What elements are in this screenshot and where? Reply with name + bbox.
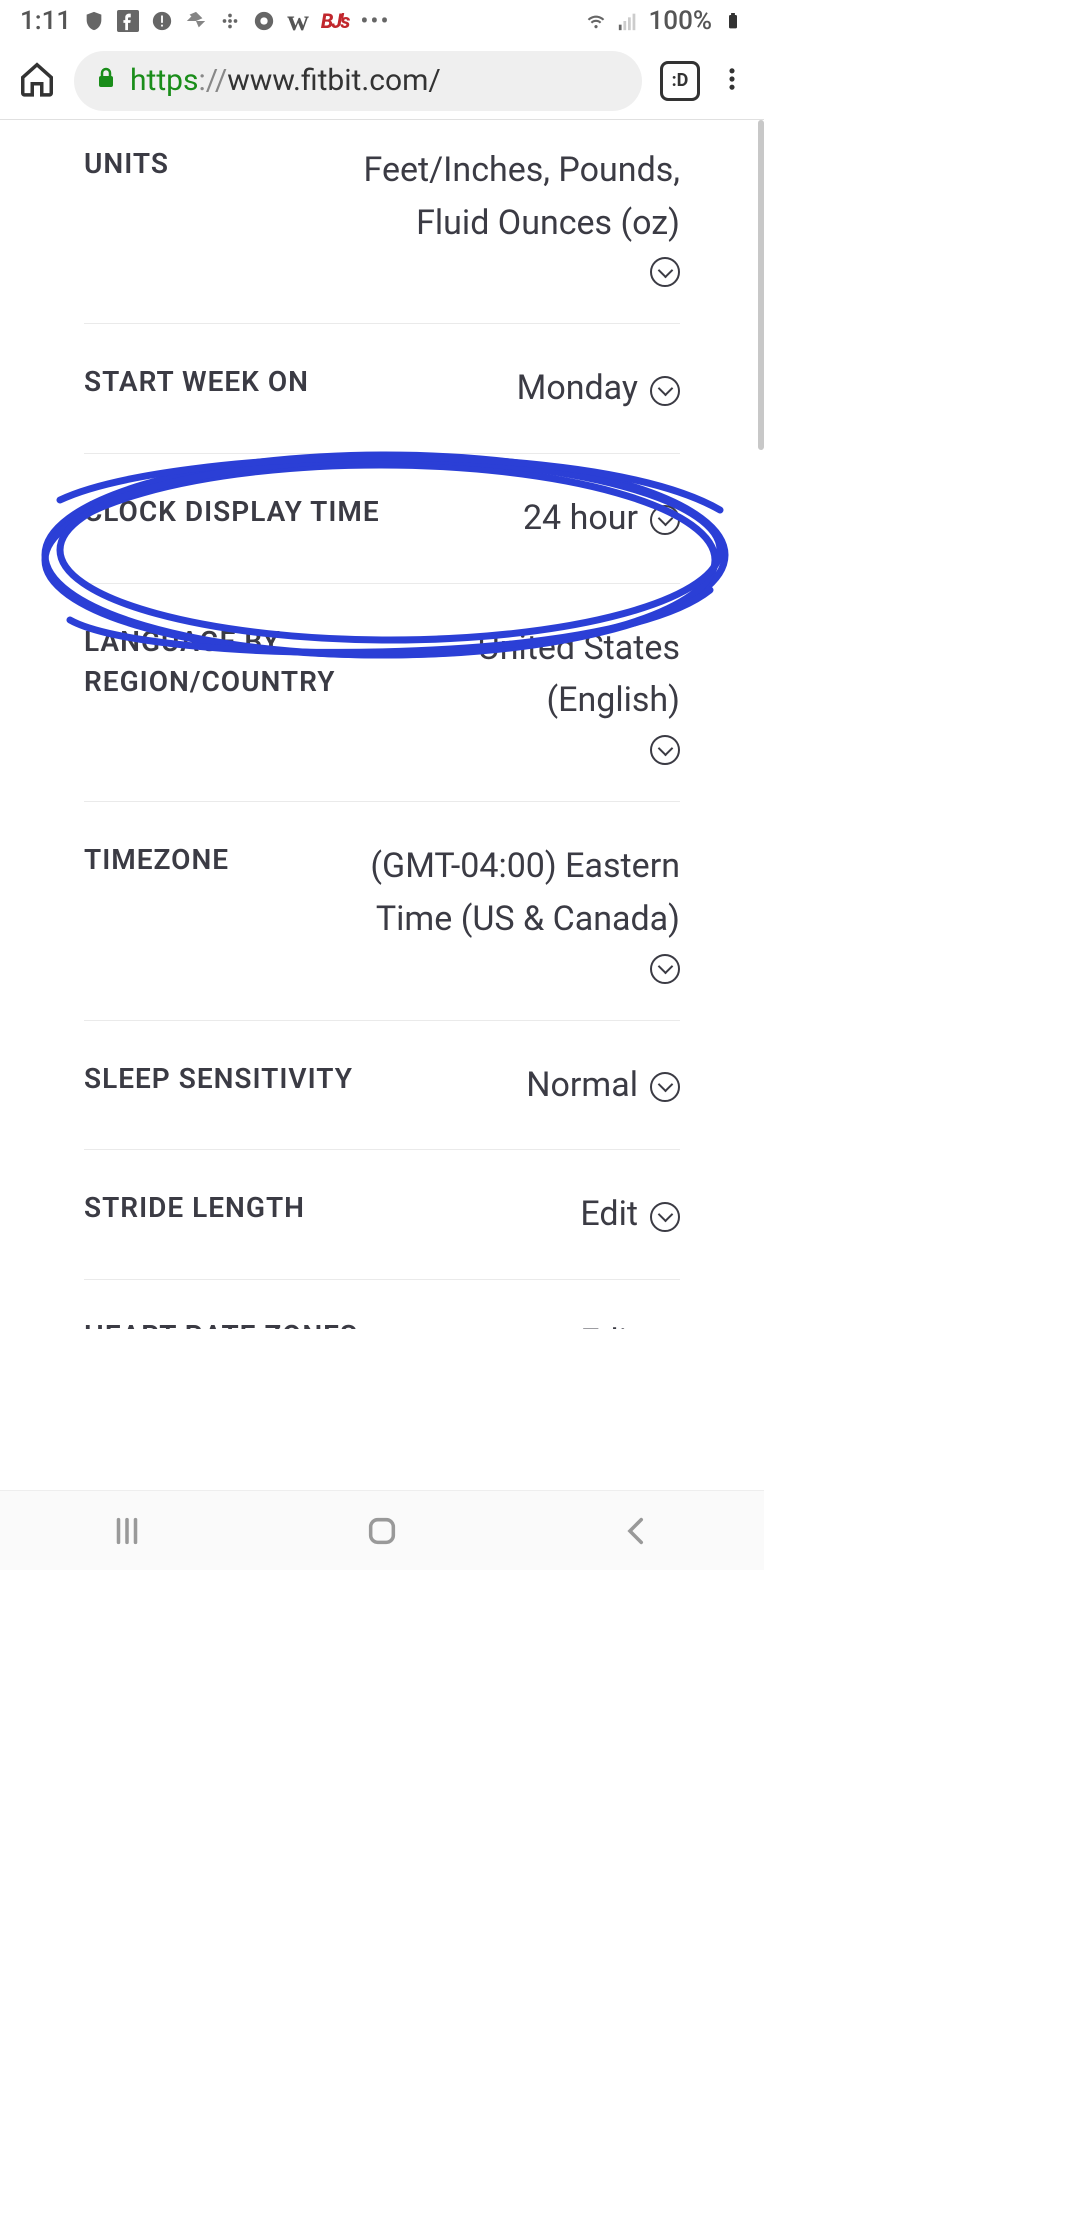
- signal-icon: [617, 10, 639, 32]
- setting-label: UNITS: [84, 144, 169, 185]
- chevron-down-icon[interactable]: [650, 505, 680, 535]
- value-text: Edit: [580, 1316, 638, 1329]
- chrome-icon: [253, 10, 275, 32]
- battery-icon: [722, 10, 744, 32]
- facebook-icon: [117, 10, 139, 32]
- setting-value: Edit: [580, 1188, 680, 1241]
- setting-value: Normal: [526, 1059, 680, 1112]
- value-text: Feet/Inches, Pounds, Fluid Ounces (oz): [340, 144, 680, 249]
- setting-label: HEART RATE ZONES: [84, 1316, 358, 1329]
- setting-value: 24 hour: [523, 492, 680, 545]
- home-icon[interactable]: [18, 60, 56, 102]
- browser-menu-icon[interactable]: [718, 65, 746, 97]
- setting-label: TIMEZONE: [84, 840, 229, 881]
- status-right: 100%: [585, 6, 744, 36]
- setting-stride-length[interactable]: STRIDE LENGTH Edit: [84, 1149, 680, 1279]
- lock-icon: [94, 63, 118, 98]
- nav-recents-button[interactable]: [106, 1510, 148, 1552]
- setting-sleep-sensitivity[interactable]: SLEEP SENSITIVITY Normal: [84, 1020, 680, 1150]
- alert-icon: [151, 10, 173, 32]
- status-time: 1:11: [20, 6, 71, 36]
- url-host: www.fitbit.com/: [227, 63, 441, 98]
- value-text: 24 hour: [523, 492, 638, 545]
- setting-heart-rate-zones[interactable]: HEART RATE ZONES Edit: [84, 1279, 680, 1329]
- chevron-down-icon[interactable]: [650, 735, 680, 765]
- setting-start-week[interactable]: START WEEK ON Monday: [84, 323, 680, 453]
- pinwheel-icon: [185, 10, 207, 32]
- chevron-down-icon[interactable]: [650, 1202, 680, 1232]
- bjs-icon: BJ's: [321, 9, 348, 33]
- setting-value: (GMT-04:00) Eastern Time (US & Canada): [340, 840, 680, 981]
- setting-value: Edit: [580, 1316, 680, 1329]
- setting-value: Feet/Inches, Pounds, Fluid Ounces (oz): [340, 144, 680, 285]
- url-separator: ://: [198, 63, 227, 98]
- android-status-bar: 1:11 w BJ's ••• 100%: [0, 0, 764, 42]
- value-text: United States (English): [384, 622, 680, 727]
- url-scheme: https: [130, 63, 198, 98]
- settings-list: UNITS Feet/Inches, Pounds, Fluid Ounces …: [84, 120, 680, 1329]
- setting-clock-display[interactable]: CLOCK DISPLAY TIME 24 hour: [84, 453, 680, 583]
- value-text: Monday: [517, 362, 638, 415]
- nav-home-button[interactable]: [361, 1510, 403, 1552]
- tabs-button[interactable]: :D: [660, 61, 700, 101]
- setting-value: United States (English): [384, 622, 680, 763]
- value-text: (GMT-04:00) Eastern Time (US & Canada): [340, 840, 680, 945]
- chevron-down-icon[interactable]: [650, 954, 680, 984]
- status-left: 1:11 w BJ's •••: [20, 4, 391, 38]
- android-nav-bar: [0, 1490, 764, 1570]
- dots-icon: [219, 10, 241, 32]
- browser-toolbar: https://www.fitbit.com/ :D: [0, 42, 764, 120]
- setting-label: START WEEK ON: [84, 362, 309, 403]
- nav-back-button[interactable]: [616, 1510, 658, 1552]
- chevron-down-icon[interactable]: [650, 1072, 680, 1102]
- setting-label: STRIDE LENGTH: [84, 1188, 305, 1229]
- setting-label: SLEEP SENSITIVITY: [84, 1059, 353, 1100]
- url-bar[interactable]: https://www.fitbit.com/: [74, 51, 642, 111]
- more-notifications-icon: •••: [360, 7, 390, 35]
- tabs-count-icon: :D: [672, 70, 689, 91]
- value-text: Normal: [526, 1059, 638, 1112]
- chevron-down-icon[interactable]: [650, 257, 680, 287]
- wish-icon: w: [287, 4, 309, 38]
- shield-icon: [83, 10, 105, 32]
- value-text: Edit: [580, 1188, 638, 1241]
- setting-language[interactable]: LANGUAGE BY REGION/COUNTRY United States…: [84, 583, 680, 801]
- setting-timezone[interactable]: TIMEZONE (GMT-04:00) Eastern Time (US & …: [84, 801, 680, 1019]
- setting-units[interactable]: UNITS Feet/Inches, Pounds, Fluid Ounces …: [84, 120, 680, 323]
- setting-label: CLOCK DISPLAY TIME: [84, 492, 380, 533]
- wifi-icon: [585, 10, 607, 32]
- battery-percent: 100%: [649, 6, 712, 36]
- chevron-down-icon[interactable]: [650, 376, 680, 406]
- setting-value: Monday: [517, 362, 680, 415]
- scroll-indicator[interactable]: [758, 120, 764, 450]
- settings-content[interactable]: UNITS Feet/Inches, Pounds, Fluid Ounces …: [0, 120, 764, 1490]
- setting-label: LANGUAGE BY REGION/COUNTRY: [84, 622, 384, 703]
